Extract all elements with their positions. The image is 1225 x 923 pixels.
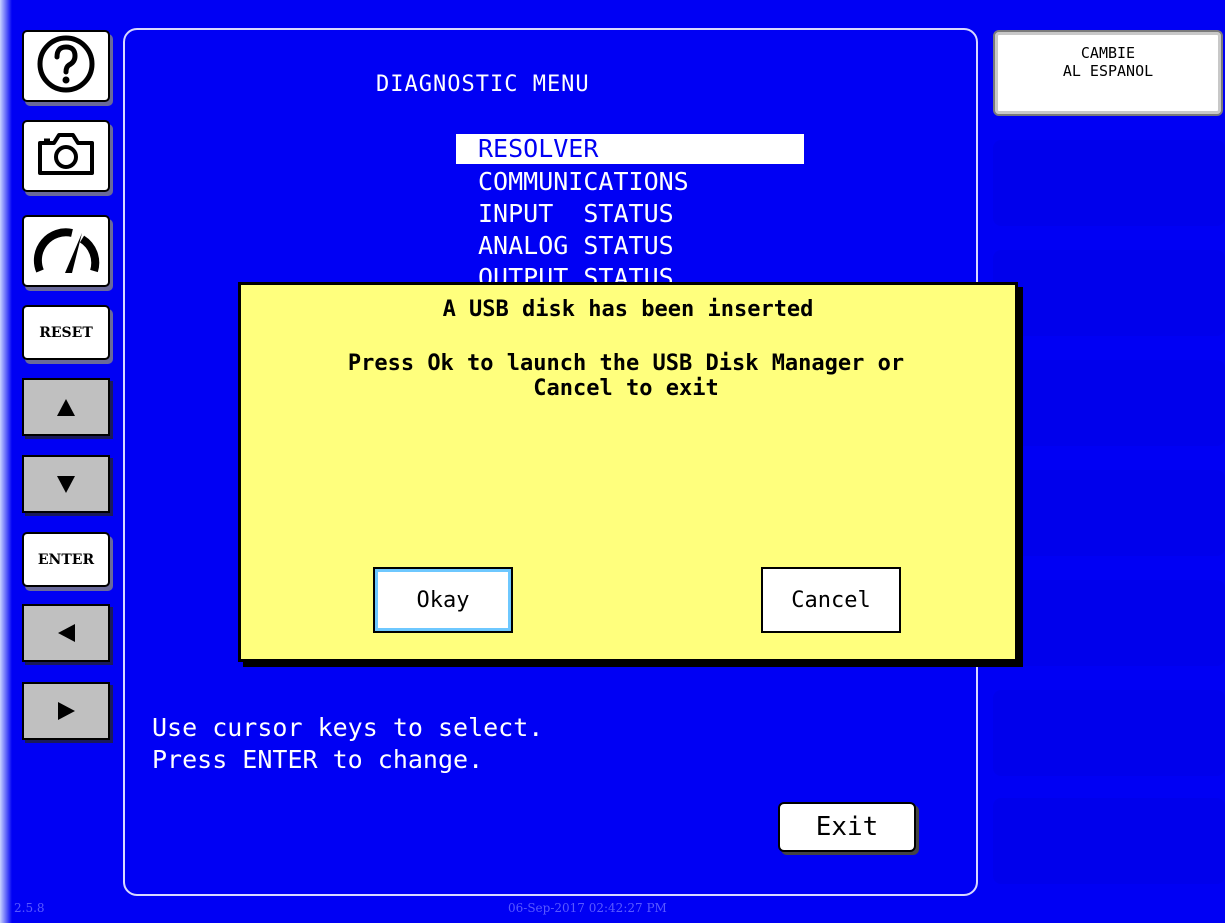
gauge-button[interactable] (22, 215, 110, 287)
language-line-2: AL ESPANOL (1062, 62, 1154, 80)
arrow-up-icon (57, 398, 75, 416)
right-slot-5 (993, 580, 1225, 666)
menu-item-resolver[interactable]: RESOLVER (456, 134, 804, 164)
camera-icon (34, 129, 98, 183)
menu-item-input-status[interactable]: INPUT STATUS (456, 198, 804, 230)
help-button[interactable] (22, 30, 110, 102)
instructions: Use cursor keys to select. Press ENTER to… (152, 712, 543, 776)
arrow-left-icon (57, 624, 75, 642)
dialog-message: Press Ok to launch the USB Disk Manager … (261, 351, 991, 401)
diagnostic-menu-list: RESOLVER COMMUNICATIONS INPUT STATUS ANA… (456, 134, 804, 286)
page-title: DIAGNOSTIC MENU (376, 72, 590, 97)
gauge-icon (32, 221, 100, 281)
language-line-1: CAMBIE (1080, 44, 1136, 62)
help-icon (36, 34, 96, 98)
exit-button[interactable]: Exit (778, 802, 916, 852)
reset-label: RESET (39, 324, 93, 341)
cancel-button[interactable]: Cancel (761, 567, 901, 633)
enter-label: ENTER (37, 551, 95, 568)
instructions-line-1: Use cursor keys to select. (152, 713, 544, 742)
menu-item-analog-status[interactable]: ANALOG STATUS (456, 230, 804, 262)
dialog-message-line-2: Cancel to exit (533, 376, 719, 401)
version-label: 2.5.8 (14, 901, 45, 915)
arrow-down-icon (57, 475, 75, 493)
dialog-title: A USB disk has been inserted (442, 297, 814, 322)
cancel-label: Cancel (791, 587, 871, 613)
language-toggle-button[interactable]: CAMBIE AL ESPANOL (993, 30, 1223, 116)
right-slot-3 (993, 360, 1225, 446)
timestamp: 06-Sep-2017 02:42:27 PM (508, 901, 667, 915)
okay-label: Okay (416, 587, 470, 613)
usb-disk-dialog: A USB disk has been inserted Press Ok to… (238, 282, 1018, 662)
menu-item-communications[interactable]: COMMUNICATIONS (456, 166, 804, 198)
exit-label: Exit (815, 812, 879, 842)
okay-button[interactable]: Okay (373, 567, 513, 633)
cursor-right-button[interactable] (22, 682, 110, 740)
right-slot-1 (993, 140, 1225, 226)
right-slot-2 (993, 250, 1225, 336)
arrow-right-icon (57, 702, 75, 720)
right-slot-4 (993, 470, 1225, 556)
reset-button[interactable]: RESET (22, 305, 110, 360)
enter-button[interactable]: ENTER (22, 532, 110, 587)
cursor-down-button[interactable] (22, 455, 110, 513)
left-edge-gradient (0, 0, 12, 923)
right-slot-6 (993, 690, 1225, 776)
cursor-up-button[interactable] (22, 378, 110, 436)
instructions-line-2: Press ENTER to change. (152, 745, 484, 774)
dialog-message-line-1: Press Ok to launch the USB Disk Manager … (347, 351, 905, 376)
right-slot-7 (993, 798, 1225, 884)
camera-button[interactable] (22, 120, 110, 192)
cursor-left-button[interactable] (22, 604, 110, 662)
